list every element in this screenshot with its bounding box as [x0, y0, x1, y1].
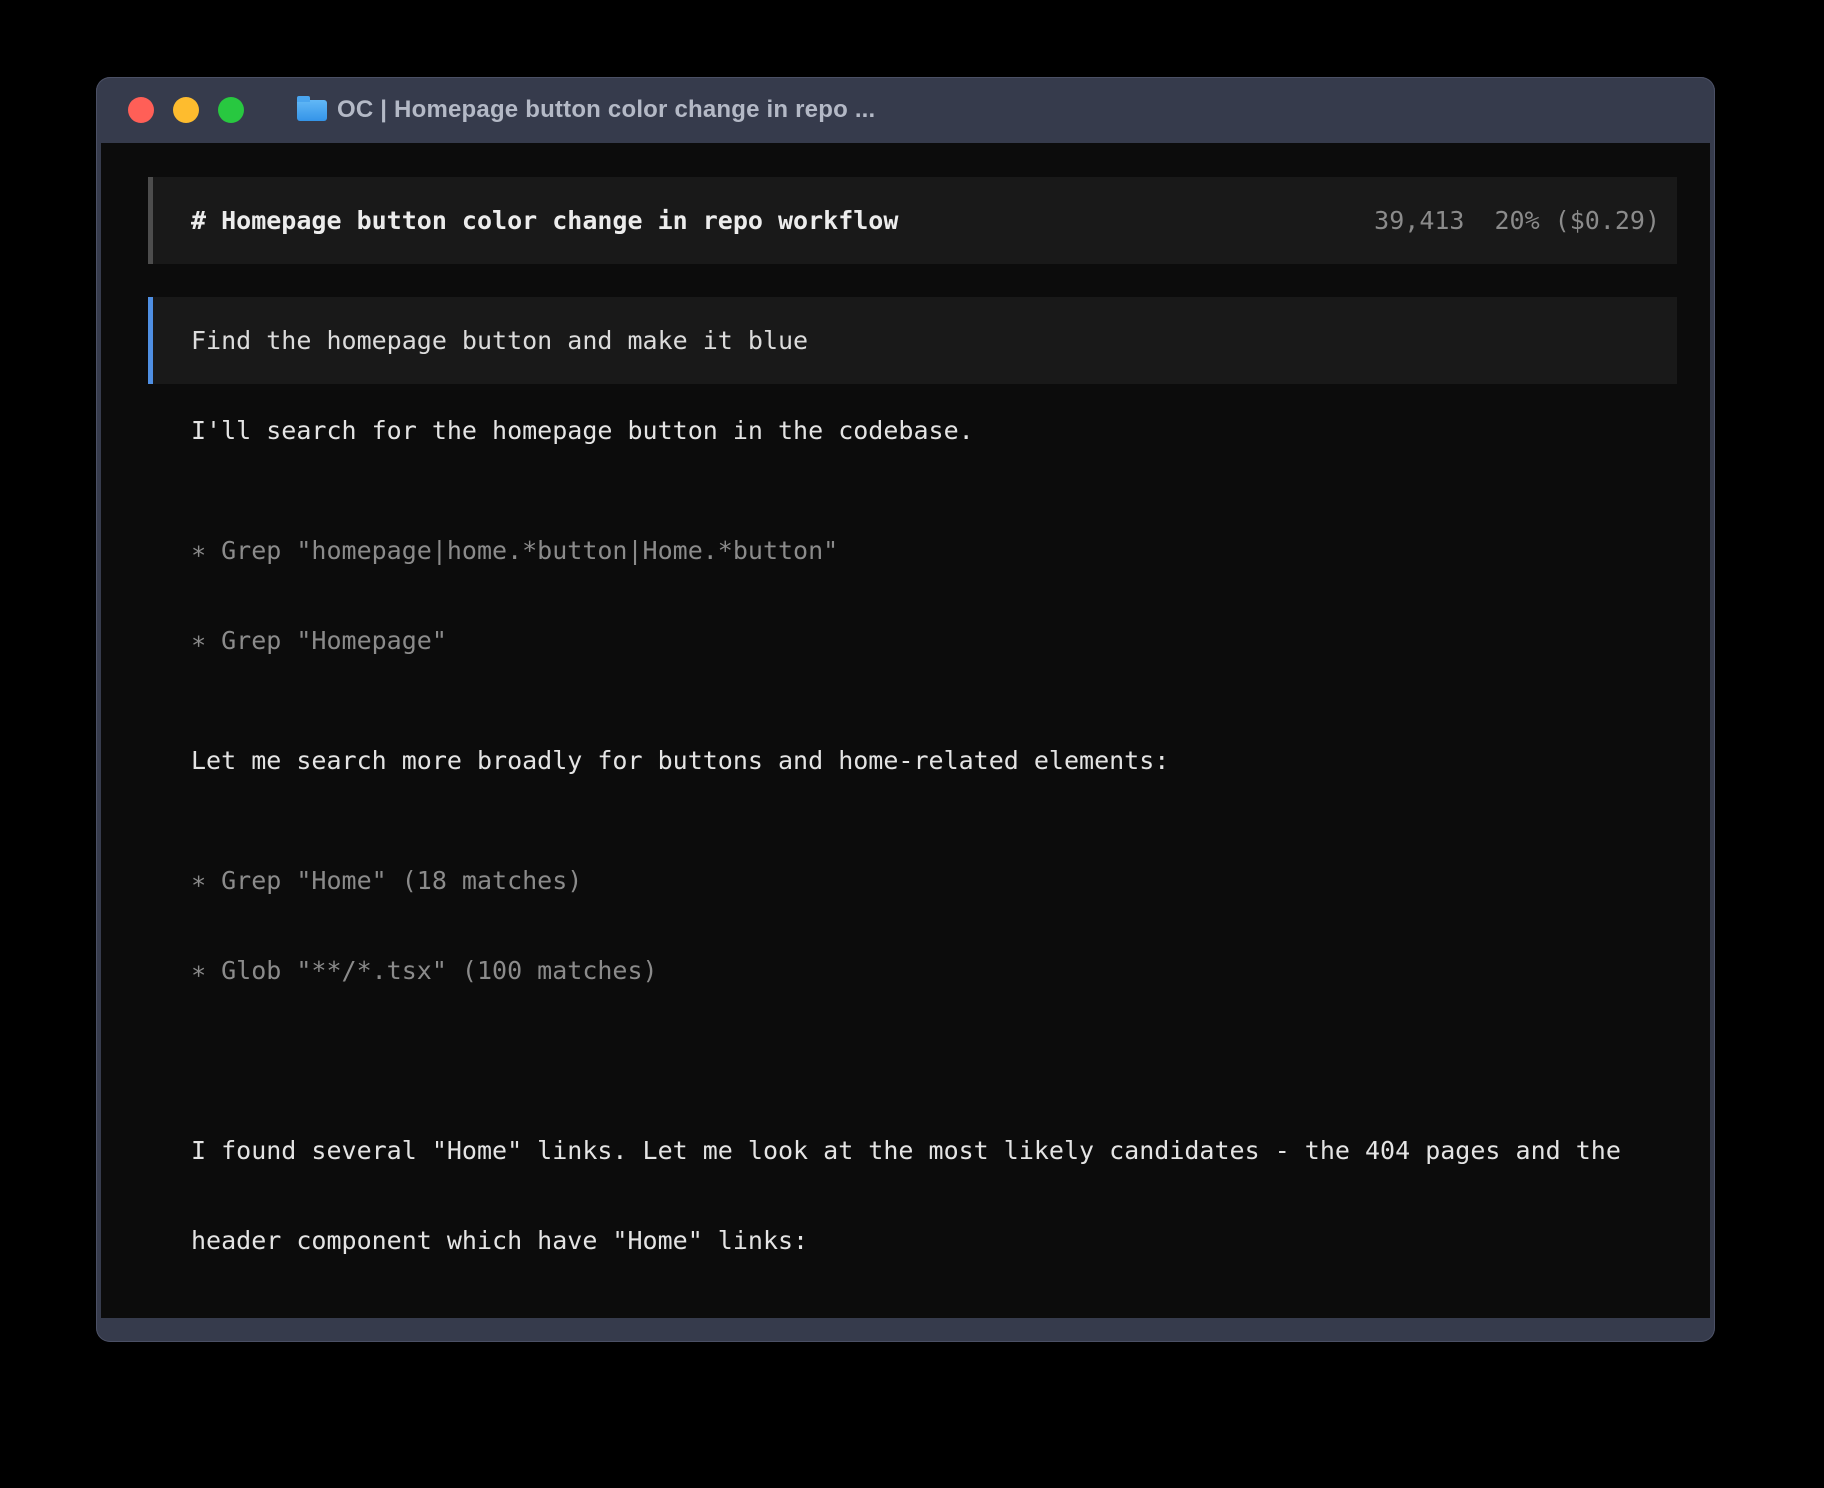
- token-count: 39,413: [1374, 206, 1464, 235]
- assistant-text-line: header component which have "Home" links…: [191, 1226, 1710, 1256]
- tool-call-grep: ∗ Grep "Home" (18 matches): [191, 866, 1710, 896]
- assistant-text: Let me search more broadly for buttons a…: [191, 746, 1710, 776]
- user-message: Find the homepage button and make it blu…: [148, 297, 1677, 384]
- user-message-text: Find the homepage button and make it blu…: [191, 326, 808, 356]
- terminal-viewport: # Homepage button color change in repo w…: [101, 143, 1710, 1318]
- terminal-window: OC | Homepage button color change in rep…: [96, 77, 1715, 1342]
- session-cost: ($0.29): [1555, 206, 1660, 235]
- tool-call-grep: ∗ Grep "homepage|home.*button|Home.*butt…: [191, 536, 1710, 566]
- folder-icon: [297, 100, 327, 121]
- session-stats: 39,413 20% ($0.29): [1374, 206, 1660, 236]
- assistant-text-line: I found several "Home" links. Let me loo…: [191, 1136, 1710, 1166]
- tool-call-glob: ∗ Glob "**/*.tsx" (100 matches): [191, 956, 1710, 986]
- tool-call-group: ∗ Grep "homepage|home.*button|Home.*butt…: [191, 476, 1710, 716]
- zoom-button[interactable]: [218, 97, 244, 123]
- assistant-text: I found several "Home" links. Let me loo…: [191, 1076, 1710, 1316]
- window-title: OC | Homepage button color change in rep…: [337, 96, 875, 124]
- session-header: # Homepage button color change in repo w…: [148, 177, 1677, 264]
- minimize-button[interactable]: [173, 97, 199, 123]
- context-percent: 20%: [1494, 206, 1539, 235]
- tool-call-group: ∗ Grep "Home" (18 matches) ∗ Glob "**/*.…: [191, 806, 1710, 1046]
- titlebar[interactable]: OC | Homepage button color change in rep…: [96, 77, 1715, 143]
- tool-call-grep: ∗ Grep "Homepage": [191, 626, 1710, 656]
- close-button[interactable]: [128, 97, 154, 123]
- session-title: # Homepage button color change in repo w…: [191, 206, 898, 236]
- assistant-text: I'll search for the homepage button in t…: [191, 416, 1710, 446]
